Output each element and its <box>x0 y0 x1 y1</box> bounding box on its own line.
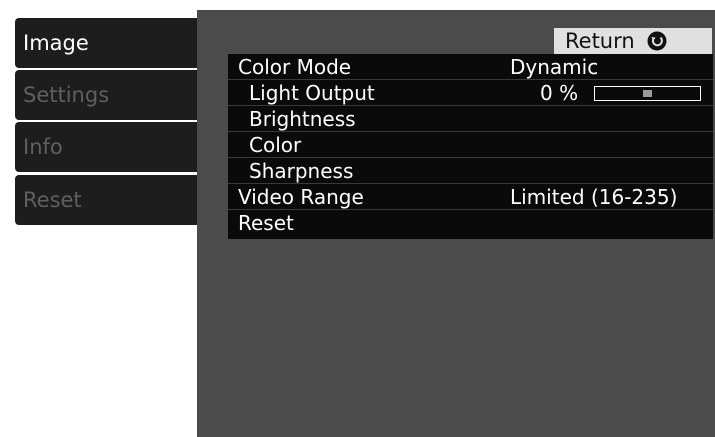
menu-row-reset[interactable]: Reset <box>228 210 713 236</box>
color-mode-label: Color Mode <box>238 55 352 79</box>
return-button[interactable]: Return <box>554 28 712 54</box>
slider-thumb[interactable] <box>643 90 652 97</box>
menu-row-light-output[interactable]: Light Output 0 % <box>228 80 713 106</box>
return-arrow-icon <box>647 31 667 51</box>
sharpness-label: Sharpness <box>249 159 354 183</box>
tab-reset[interactable]: Reset <box>15 175 210 225</box>
brightness-label: Brightness <box>249 107 356 131</box>
light-output-slider[interactable] <box>594 86 701 101</box>
color-mode-value: Dynamic <box>510 55 599 79</box>
tab-image[interactable]: Image <box>15 18 210 68</box>
tab-settings[interactable]: Settings <box>15 70 210 120</box>
menu-row-brightness[interactable]: Brightness <box>228 106 713 132</box>
light-output-label: Light Output <box>249 81 375 105</box>
reset-label: Reset <box>238 211 294 235</box>
menu-row-video-range[interactable]: Video Range Limited (16-235) <box>228 184 713 210</box>
tab-info[interactable]: Info <box>15 122 210 172</box>
video-range-label: Video Range <box>238 185 364 209</box>
menu-row-sharpness[interactable]: Sharpness <box>228 158 713 184</box>
light-output-value: 0 % <box>540 81 579 105</box>
color-label: Color <box>249 133 302 157</box>
menu-row-color-mode[interactable]: Color Mode Dynamic <box>228 54 713 80</box>
video-range-value: Limited (16-235) <box>510 185 678 209</box>
return-button-label: Return <box>565 29 635 53</box>
menu-row-color[interactable]: Color <box>228 132 713 158</box>
